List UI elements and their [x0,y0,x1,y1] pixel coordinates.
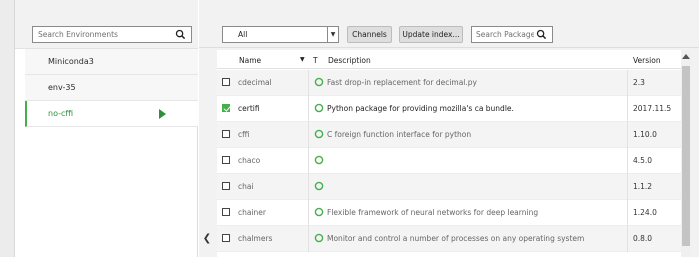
package-name: cdecimal [238,78,272,87]
column-divider [627,200,628,226]
table-row[interactable]: certifi Python package for providing moz… [217,96,683,122]
package-checkbox[interactable] [222,182,230,190]
package-checkbox[interactable] [222,104,230,112]
environment-label: no-cffi [48,109,74,118]
column-divider [308,96,309,122]
status-ring-icon [314,181,324,191]
column-header-description[interactable]: Description [328,56,371,65]
package-checkbox[interactable] [222,208,230,216]
table-header: Name ▼ T Description Version [217,50,691,69]
environments-panel: Miniconda3 env-35 no-cffi [15,0,198,257]
package-description: Monitor and control a number of processe… [327,234,585,243]
status-ring-icon [314,155,324,165]
package-search-box [471,26,553,43]
column-divider [627,70,628,96]
table-row[interactable]: cdecimal Fast drop-in replacement for de… [217,70,683,96]
package-version: 4.5.0 [633,156,653,165]
table-row[interactable]: chainer Flexible framework of neural net… [217,200,683,226]
package-name: chaco [238,156,261,165]
column-divider [308,174,309,200]
package-checkbox[interactable] [222,130,230,138]
status-ring-icon [314,77,324,87]
package-checkbox[interactable] [222,234,230,242]
chevron-left-icon[interactable]: ❮ [200,230,214,248]
packages-toolbar: All ▼ Channels Update index... [199,0,699,48]
search-icon[interactable] [175,29,186,40]
table-scrollbar[interactable] [681,50,691,257]
environment-search-bar [15,0,198,49]
package-checkbox[interactable] [222,156,230,164]
column-header-type[interactable]: T [313,56,318,65]
packages-table: Name ▼ T Description Version cdecimal Fa… [217,50,691,257]
update-index-button[interactable]: Update index... [399,26,463,43]
package-description: C foreign function interface for python [327,130,472,139]
column-divider [308,200,309,226]
package-description: Fast drop-in replacement for decimal.py [327,78,477,87]
column-header-name[interactable]: Name [239,56,261,65]
column-divider [627,96,628,122]
table-row[interactable]: cffi C foreign function interface for py… [217,122,683,148]
column-divider [627,174,628,200]
environment-item-no-cffi[interactable]: no-cffi [25,101,198,127]
package-version: 1.1.2 [633,182,653,191]
table-row[interactable]: chai 1.1.2 [217,174,683,200]
package-version: 1.24.0 [633,208,657,217]
package-search-input[interactable] [472,27,534,42]
search-icon[interactable] [536,29,547,40]
column-divider [627,122,628,148]
status-ring-icon [314,233,324,243]
chevron-down-icon[interactable]: ▼ [327,27,338,42]
channels-button[interactable]: Channels [347,26,392,43]
package-version: 1.10.0 [633,130,657,139]
column-divider [308,122,309,148]
package-name: chai [238,182,254,191]
table-row[interactable]: chalmers Monitor and control a number of… [217,226,683,252]
scrollbar-thumb[interactable] [682,66,690,246]
status-ring-icon [314,207,324,217]
package-version: 2017.11.5 [633,104,672,113]
packages-panel: All ▼ Channels Update index... Name ▼ T … [199,0,699,257]
environment-search-input[interactable] [33,27,171,42]
status-ring-icon [314,129,324,139]
column-header-version[interactable]: Version [633,56,661,65]
scroll-up-icon[interactable] [682,54,690,59]
column-divider [627,226,628,252]
package-description: Flexible framework of neural networks fo… [327,208,539,217]
environment-item-miniconda3[interactable]: Miniconda3 [25,49,198,75]
package-version: 2.3 [633,78,645,87]
column-divider [308,226,309,252]
package-filter-select[interactable]: All ▼ [222,26,339,43]
package-description: Python package for providing mozilla's c… [327,104,514,113]
environment-label: Miniconda3 [48,57,94,66]
package-name: chainer [238,208,267,217]
environment-label: env-35 [48,83,76,92]
environment-item-env-35[interactable]: env-35 [25,75,198,101]
package-checkbox[interactable] [222,78,230,86]
sort-chevron-icon[interactable]: ▼ [300,56,305,63]
package-name: certifi [238,104,260,113]
column-divider [308,70,309,96]
play-icon[interactable] [159,109,166,119]
package-version: 0.8.0 [633,234,653,243]
left-sidebar-strip [0,0,15,257]
status-ring-icon [314,103,324,113]
package-name: cffi [238,130,250,139]
package-name: chalmers [238,234,273,243]
column-divider [627,148,628,174]
package-filter-value: All [238,30,248,39]
environment-search-box [32,26,192,43]
column-divider [308,148,309,174]
table-row[interactable]: chaco 4.5.0 [217,148,683,174]
